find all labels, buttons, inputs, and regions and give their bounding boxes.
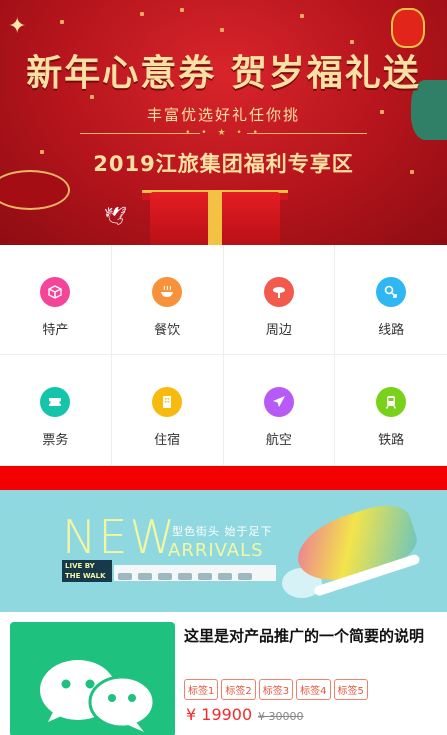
category-flights[interactable]: 航空 [223,355,336,466]
category-dining[interactable]: 餐饮 [111,245,224,355]
banner-title: 新年心意券 贺岁福礼送 [26,52,421,94]
category-label: 特产 [42,323,69,338]
brand-logo [158,573,172,580]
wechat-icon[interactable] [10,622,175,735]
product-card[interactable]: 这里是对产品推广的一个简要的说明 标签1 标签2 标签3 标签4 标签5 ¥ 1… [0,612,447,735]
category-label: 线路 [378,323,405,338]
category-grid: 特产 餐饮 周边 线路 票务 住宿 航空 铁路 [0,245,447,466]
category-specialty[interactable]: 特产 [0,245,112,355]
banner-zone-title: 2019江旅集团福利专享区 [93,152,354,176]
category-hotels[interactable]: 住宿 [111,355,224,466]
product-tag[interactable]: 标签2 [221,679,256,700]
product-tag[interactable]: 标签3 [258,679,294,700]
banner-subtitle: 丰富优选好礼任你挑 [146,106,300,124]
category-label: 周边 [265,323,292,338]
hero-banner[interactable]: ✦ 新年心意券 贺岁福礼送 丰富优选好礼任你挑 • • ★ • • 2019江旅… [0,0,447,245]
train-icon [376,387,407,417]
category-label: 餐饮 [154,323,181,338]
lantern-decoration [391,8,425,48]
promo-walk-badge: LIVE BY THE WALK [62,560,112,582]
brand-logo [118,573,132,580]
gift-box-decoration [150,192,280,245]
category-label: 铁路 [378,433,405,448]
product-tag[interactable]: 标签4 [296,679,331,700]
brand-logos-strip [114,565,276,581]
dove-decoration: 🕊 [104,206,127,227]
promo-banner[interactable]: NEW 型色街头 始于足下 ARRIVALS LIVE BY THE WALK [0,490,447,612]
category-label: 住宿 [154,433,181,448]
promo-tagline: 型色街头 始于足下 [172,525,273,538]
divider-strip [0,466,447,490]
star-decoration: ✦ [8,14,27,39]
product-tags: 标签1 标签2 标签3 标签4 标签5 [184,679,444,700]
brand-logo [238,573,252,580]
category-tickets[interactable]: 票务 [0,355,112,466]
banner-dots: • • ★ • • [185,128,262,138]
brand-logo [198,573,212,580]
scenic-icon [263,277,294,307]
category-railway[interactable]: 铁路 [335,355,447,466]
product-title[interactable]: 这里是对产品推广的一个简要的说明 [184,624,436,648]
category-label: 票务 [42,433,69,448]
plane-icon [263,387,294,417]
box-icon [40,277,71,307]
category-nearby[interactable]: 周边 [223,245,336,355]
brand-logo [138,573,152,580]
brand-logo [178,573,192,580]
hotel-icon [152,387,183,417]
brand-logo [218,573,232,580]
product-tag[interactable]: 标签1 [184,679,219,700]
category-routes[interactable]: 线路 [335,245,447,355]
category-label: 航空 [265,433,292,448]
route-icon [376,277,407,307]
product-tag[interactable]: 标签5 [333,679,368,700]
bowl-icon [152,277,183,307]
product-price: ¥ 19900 [186,705,253,724]
promo-new-text: NEW [62,510,177,564]
ticket-icon [40,387,71,417]
promo-arrivals-text: ARRIVALS [168,540,264,561]
product-original-price: ¥ 30000 [258,710,304,723]
